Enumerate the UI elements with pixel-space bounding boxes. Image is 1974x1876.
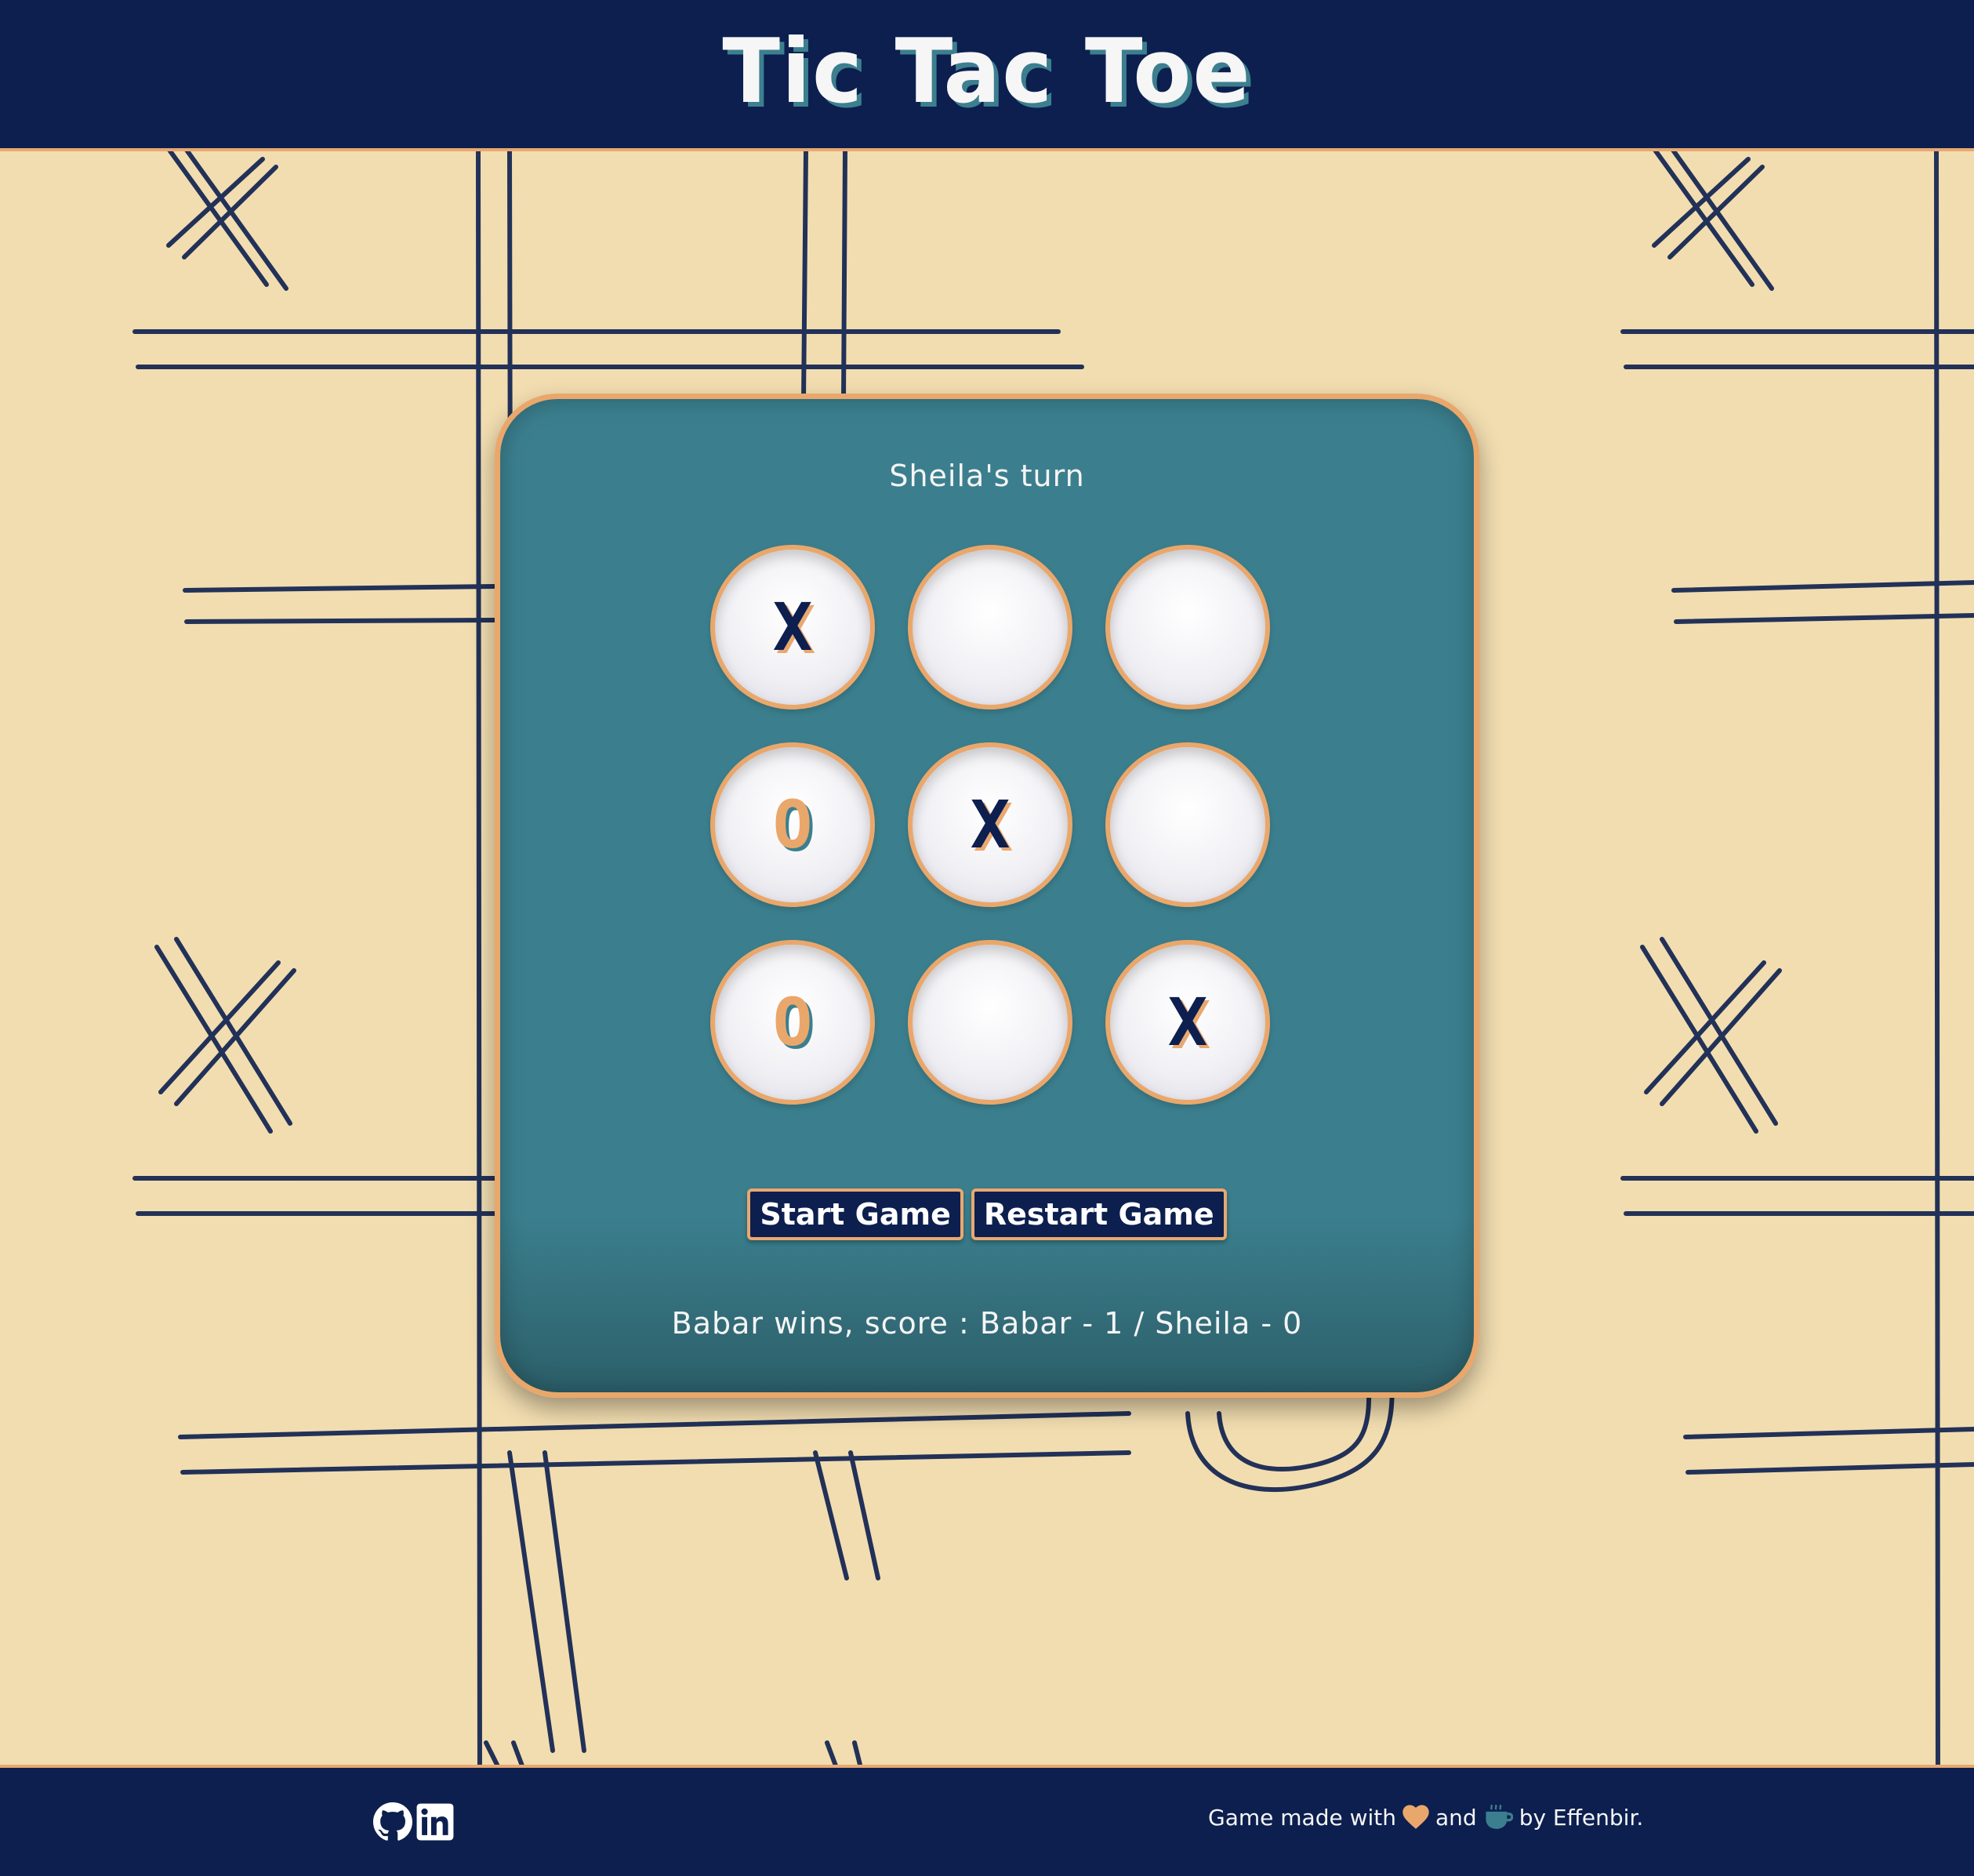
credit-text-and: and: [1435, 1804, 1477, 1831]
linkedin-link[interactable]: [415, 1802, 455, 1842]
board-cell-5[interactable]: X: [908, 742, 1072, 907]
board-cell-9[interactable]: X: [1105, 940, 1270, 1105]
game-panel: Sheila's turn X O X O X Start Game Resta…: [495, 394, 1479, 1398]
footer-credit: Game made with and by Effenbir.: [1208, 1804, 1643, 1831]
social-links: [373, 1802, 455, 1842]
board-cell-7[interactable]: O: [710, 940, 875, 1105]
board-cell-3[interactable]: [1105, 545, 1270, 709]
page-title: Tic Tac Toe: [722, 20, 1252, 124]
page-header: Tic Tac Toe: [0, 0, 1974, 151]
credit-text-start: Game made with: [1208, 1804, 1396, 1831]
board-cell-2[interactable]: [908, 545, 1072, 709]
board-cell-4[interactable]: O: [710, 742, 875, 907]
cell-mark: X: [1167, 984, 1208, 1061]
game-board: X O X O X: [710, 545, 1275, 1109]
game-controls: Start Game Restart Game: [500, 1188, 1474, 1240]
cell-mark: O: [772, 786, 813, 863]
score-message: Babar wins, score : Babar - 1 / Sheila -…: [671, 1306, 1303, 1341]
board-cell-6[interactable]: [1105, 742, 1270, 907]
coffee-cup-icon: [1486, 1804, 1513, 1829]
cell-mark: O: [772, 984, 813, 1061]
github-icon: [373, 1802, 412, 1841]
heart-icon: [1402, 1805, 1429, 1829]
board-cell-8[interactable]: [908, 940, 1072, 1105]
cell-mark: X: [970, 786, 1011, 863]
linkedin-icon: [416, 1803, 454, 1841]
page-footer: Game made with and by Effenbir.: [0, 1765, 1974, 1876]
turn-indicator: Sheila's turn: [889, 459, 1085, 493]
credit-text-end: by Effenbir.: [1519, 1804, 1644, 1831]
restart-game-button[interactable]: Restart Game: [971, 1188, 1227, 1240]
board-cell-1[interactable]: X: [710, 545, 875, 709]
start-game-button[interactable]: Start Game: [747, 1188, 963, 1240]
github-link[interactable]: [373, 1802, 412, 1842]
cell-mark: X: [772, 589, 813, 666]
